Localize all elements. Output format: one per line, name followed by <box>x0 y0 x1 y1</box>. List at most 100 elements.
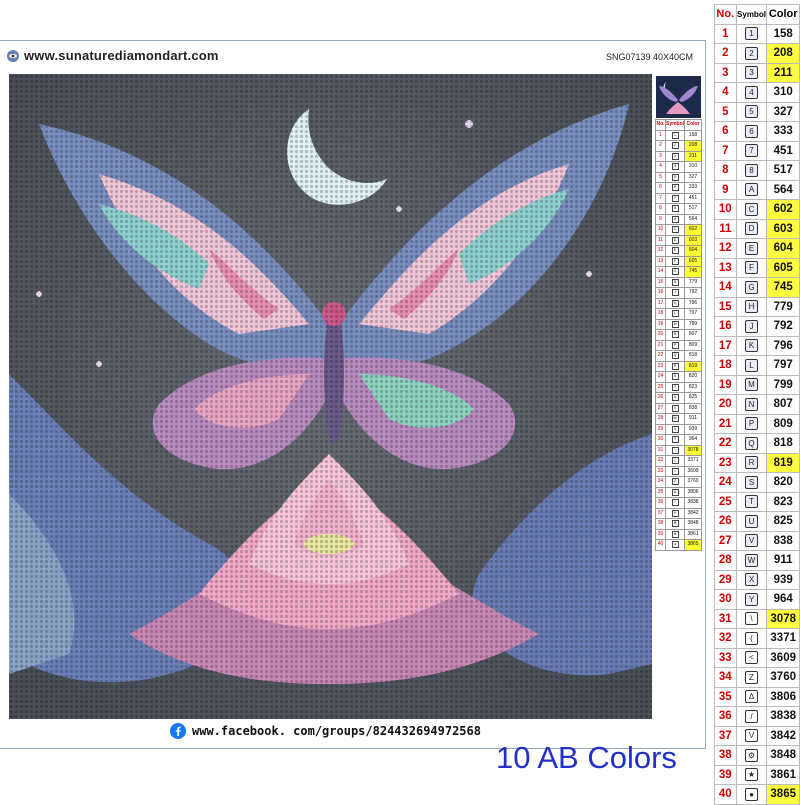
symbol-icon: 1 <box>744 27 758 41</box>
mini-row-symbol: / <box>664 497 686 509</box>
mini-symbol-icon: Δ <box>671 488 679 496</box>
mini-symbol-icon: S <box>671 373 679 381</box>
mini-color-row: 2 2 208 <box>655 140 702 152</box>
mini-color-row: 20 N 807 <box>655 329 702 341</box>
mini-row-number: 22 <box>655 350 666 362</box>
row-symbol-cell: Y <box>735 589 768 610</box>
mini-row-color: 911 <box>684 413 702 425</box>
symbol-icon: M <box>744 378 758 392</box>
mini-row-symbol: P <box>664 339 686 351</box>
facebook-icon[interactable] <box>170 723 186 739</box>
mini-row-symbol: Z <box>664 476 686 488</box>
mini-row-symbol: A <box>664 213 686 225</box>
mini-symbol-icon: A <box>671 215 679 223</box>
header-no: No. <box>714 4 737 25</box>
mini-row-symbol: G <box>664 266 686 278</box>
row-color-code: 797 <box>766 355 800 376</box>
row-color-code: 825 <box>766 511 800 532</box>
row-number: 20 <box>714 394 737 415</box>
row-number: 2 <box>714 43 737 64</box>
mini-color-row: 17 K 796 <box>655 297 702 309</box>
row-color-code: 3078 <box>766 608 800 629</box>
row-color-code: 3760 <box>766 667 800 688</box>
symbol-icon: X <box>744 573 758 587</box>
color-row: 8 8 517 <box>714 160 800 181</box>
row-number: 27 <box>714 530 737 551</box>
symbol-icon: V <box>744 729 758 743</box>
symbol-icon: 5 <box>744 105 758 119</box>
row-number: 35 <box>714 686 737 707</box>
symbol-icon: Δ <box>744 690 758 704</box>
mini-symbol-icon: ★ <box>671 530 679 538</box>
mini-row-symbol: Δ <box>664 486 686 498</box>
symbol-icon: ● <box>744 787 758 801</box>
row-number: 38 <box>714 745 737 766</box>
row-number: 8 <box>714 160 737 181</box>
mini-color-row: 24 S 820 <box>655 371 702 383</box>
symbol-icon: F <box>744 261 758 275</box>
row-number: 1 <box>714 23 737 44</box>
row-number: 7 <box>714 140 737 161</box>
mini-row-color: 799 <box>684 318 702 330</box>
row-symbol-cell: 5 <box>735 101 768 122</box>
mini-row-color: 517 <box>684 203 702 215</box>
symbol-icon: Z <box>744 670 758 684</box>
mini-color-table: No. Symbol Color 1 1 158 2 2 208 3 3 211 4 4 310 5 5 3… <box>655 119 702 551</box>
color-row: 39 ★ 3861 <box>714 764 800 785</box>
mini-row-symbol: C <box>664 224 686 236</box>
mini-row-number: 14 <box>655 266 666 278</box>
mini-color-row: 27 V 838 <box>655 402 702 414</box>
facebook-group-url[interactable]: www.facebook. com/groups/824432694972568 <box>192 724 481 738</box>
mini-row-color: 3861 <box>684 528 702 540</box>
row-color-code: 3609 <box>766 647 800 668</box>
mini-symbol-icon: Z <box>671 478 679 486</box>
row-symbol-cell: T <box>735 491 768 512</box>
mini-row-number: 1 <box>655 129 666 141</box>
mini-header-no: No. <box>655 119 666 131</box>
row-color-code: 799 <box>766 374 800 395</box>
mini-row-color: 3848 <box>684 518 702 530</box>
color-row: 4 4 310 <box>714 82 800 103</box>
symbol-icon: Q <box>744 436 758 450</box>
mini-row-number: 23 <box>655 360 666 372</box>
color-row: 18 L 797 <box>714 355 800 376</box>
row-color-code: 602 <box>766 199 800 220</box>
mini-row-number: 33 <box>655 465 666 477</box>
row-symbol-cell: ( <box>735 628 768 649</box>
mini-row-color: 796 <box>684 297 702 309</box>
mini-color-row: 22 Q 818 <box>655 350 702 362</box>
mini-symbol-icon: D <box>671 236 679 244</box>
mini-symbol-icon: 3 <box>671 152 679 160</box>
row-symbol-cell: 4 <box>735 82 768 103</box>
row-symbol-cell: D <box>735 218 768 239</box>
mini-row-number: 11 <box>655 234 666 246</box>
row-symbol-cell: N <box>735 394 768 415</box>
color-row: 9 A 564 <box>714 179 800 200</box>
mini-row-number: 39 <box>655 528 666 540</box>
color-row: 38 ⚙ 3848 <box>714 745 800 766</box>
row-color-code: 779 <box>766 296 800 317</box>
mini-symbol-icon: < <box>671 467 679 475</box>
mini-color-row: 6 6 333 <box>655 182 702 194</box>
mini-color-row: 9 A 564 <box>655 213 702 225</box>
symbol-icon: R <box>744 456 758 470</box>
mini-symbol-icon: T <box>671 383 679 391</box>
mini-row-color: 310 <box>684 161 702 173</box>
symbol-icon: 2 <box>744 46 758 60</box>
color-row: 26 U 825 <box>714 511 800 532</box>
row-symbol-cell: < <box>735 647 768 668</box>
row-number: 26 <box>714 511 737 532</box>
color-row: 25 T 823 <box>714 491 800 512</box>
mini-row-color: 333 <box>684 182 702 194</box>
mini-color-row: 33 <3609 <box>655 465 702 477</box>
mini-row-color: 603 <box>684 234 702 246</box>
symbol-icon: T <box>744 495 758 509</box>
mini-row-number: 19 <box>655 318 666 330</box>
mini-row-color: 3838 <box>684 497 702 509</box>
color-row: 10 C 602 <box>714 199 800 220</box>
row-color-code: 823 <box>766 491 800 512</box>
color-row: 30 Y 964 <box>714 589 800 610</box>
mini-symbol-icon: Q <box>671 352 679 360</box>
mini-row-color: 3371 <box>684 455 702 467</box>
mini-symbol-icon: P <box>671 341 679 349</box>
